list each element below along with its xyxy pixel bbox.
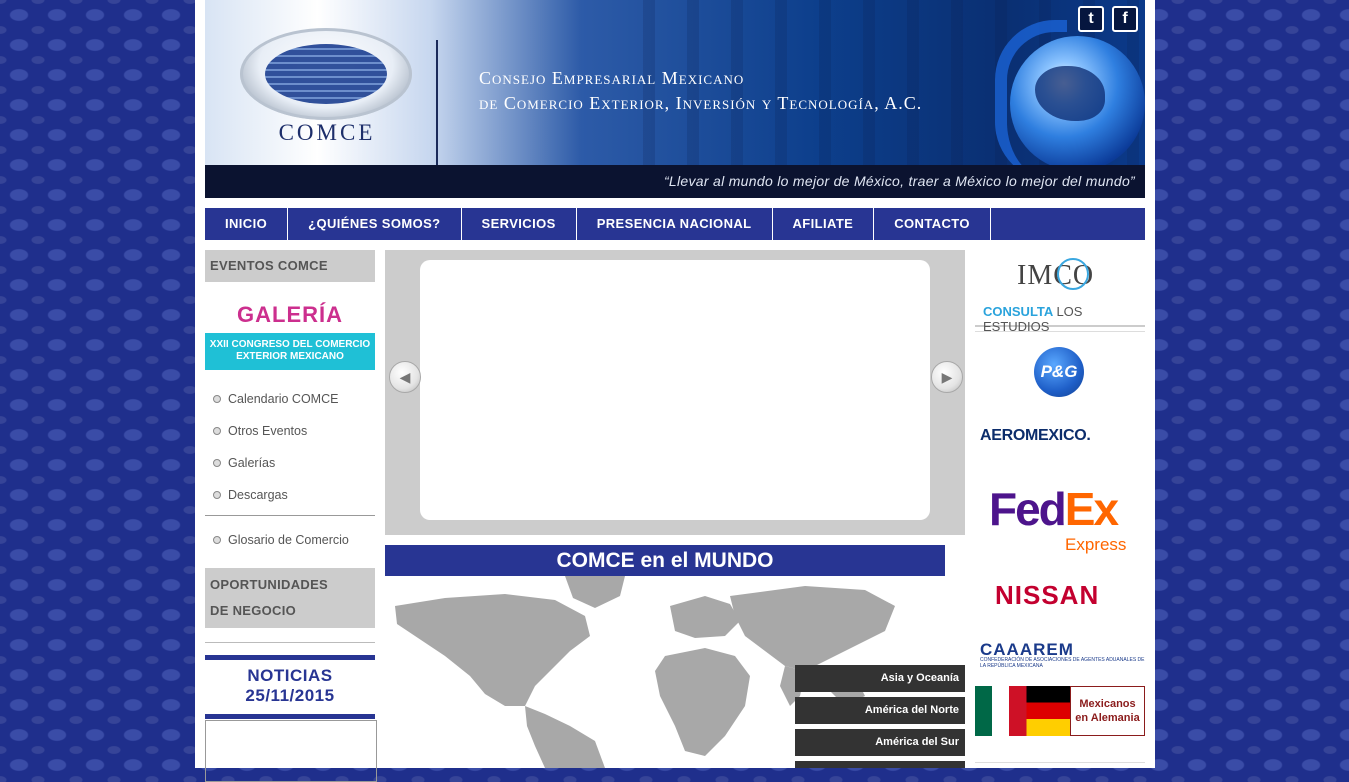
sponsors-divider	[975, 762, 1145, 763]
org-line-2: de Comercio Exterior, Inversión y Tecnol…	[479, 93, 923, 113]
globe-icon	[1010, 36, 1145, 171]
comce-mundo-title: COMCE en el MUNDO	[385, 545, 945, 576]
galeria-banner-title[interactable]: GALERÍA	[205, 302, 375, 328]
world-map[interactable]: Asia y Oceanía América del Norte América…	[385, 576, 965, 768]
links-divider	[205, 515, 375, 516]
news-box	[205, 720, 377, 782]
page-container: COMCE Consejo Empresarial Mexicano de Co…	[195, 0, 1155, 782]
oportunidades-heading[interactable]: OPORTUNIDADES DE NEGOCIO	[205, 568, 375, 628]
header-divider	[436, 40, 438, 165]
caaarem-logo[interactable]: CAAAREM CONFEDERACIÓN DE ASOCIACIONES DE…	[980, 640, 1145, 669]
eventos-heading[interactable]: EVENTOS COMCE	[205, 250, 375, 282]
link-galerias[interactable]: Galerías	[205, 447, 375, 479]
nav-servicios[interactable]: SERVICIOS	[462, 208, 577, 240]
link-otros-eventos[interactable]: Otros Eventos	[205, 415, 375, 447]
mexicanos-alemania-banner[interactable]: Mexicanos en Alemania	[975, 686, 1145, 736]
nav-quienes-somos[interactable]: ¿QUIÉNES SOMOS?	[288, 208, 462, 240]
bullet-icon	[213, 536, 221, 544]
pg-logo[interactable]: P&G	[1034, 347, 1084, 397]
imco-banner[interactable]: IMCO CONSULTA LOS ESTUDIOS	[975, 250, 1145, 334]
slider-panel[interactable]	[420, 260, 930, 520]
nissan-logo[interactable]: NISSAN	[995, 580, 1099, 611]
fedex-ex: Ex	[1064, 483, 1119, 535]
mexicanos-alemania-text: Mexicanos en Alemania	[1070, 686, 1145, 736]
link-glosario[interactable]: Glosario de Comercio	[205, 524, 375, 556]
facebook-icon[interactable]: f	[1112, 6, 1138, 32]
link-descargas[interactable]: Descargas	[205, 479, 375, 511]
next-arrow-icon[interactable]: ▶	[931, 361, 963, 393]
left-sidebar: EVENTOS COMCE GALERÍA XXII CONGRESO DEL …	[205, 250, 377, 782]
section-divider	[205, 642, 375, 643]
mexicanos-line-2: en Alemania	[1075, 712, 1140, 724]
oportunidades-line-1: OPORTUNIDADES	[210, 577, 329, 592]
region-asia-oceania[interactable]: Asia y Oceanía	[795, 665, 965, 692]
region-america-norte[interactable]: América del Norte	[795, 697, 965, 724]
link-label: Otros Eventos	[228, 424, 308, 438]
eventos-links: Calendario COMCE Otros Eventos Galerías …	[205, 383, 375, 556]
tagline: “Llevar al mundo lo mejor de México, tra…	[663, 173, 1135, 189]
caaarem-subtitle: CONFEDERACIÓN DE ASOCIACIONES DE AGENTES…	[980, 657, 1145, 669]
mexico-germany-flags-icon	[975, 686, 1070, 736]
link-calendario[interactable]: Calendario COMCE	[205, 383, 375, 415]
bullet-icon	[213, 459, 221, 467]
consulta-label: CONSULTA	[983, 304, 1053, 319]
logo-globe-icon	[265, 44, 387, 104]
nav-afiliate[interactable]: AFILIATE	[773, 208, 875, 240]
bullet-icon	[213, 491, 221, 499]
link-label: Descargas	[228, 488, 288, 502]
noticias-title: NOTICIAS	[247, 666, 333, 685]
organization-name: Consejo Empresarial Mexicano de Comercio…	[479, 66, 922, 116]
congreso-line-2: EXTERIOR MEXICANO	[236, 351, 344, 362]
nav-inicio[interactable]: INICIO	[205, 208, 289, 240]
link-label: Calendario COMCE	[228, 392, 339, 406]
region-more[interactable]	[795, 761, 965, 768]
imco-ring-icon	[1057, 258, 1089, 290]
oportunidades-line-2: DE NEGOCIO	[210, 603, 297, 618]
link-label: Galerías	[228, 456, 276, 470]
image-slider: ◀ ▶	[385, 250, 965, 535]
noticias-date: 25/11/2015	[245, 686, 335, 705]
nav-contacto[interactable]: CONTACTO	[874, 208, 991, 240]
fedex-express-label: Express	[1065, 535, 1127, 554]
aeromexico-logo[interactable]: AEROMEXICO.	[980, 427, 1091, 445]
header-banner: COMCE Consejo Empresarial Mexicano de Co…	[205, 0, 1145, 198]
region-america-sur[interactable]: América del Sur	[795, 729, 965, 756]
link-label: Glosario de Comercio	[228, 533, 349, 547]
fedex-fe: Fed	[989, 483, 1067, 535]
bullet-icon	[213, 395, 221, 403]
imco-divider	[975, 331, 1145, 332]
main-nav: INICIO ¿QUIÉNES SOMOS? SERVICIOS PRESENC…	[205, 208, 1145, 240]
congreso-line-1: XXII CONGRESO DEL COMERCIO	[209, 339, 371, 350]
bullet-icon	[213, 427, 221, 435]
nav-presencia-nacional[interactable]: PRESENCIA NACIONAL	[577, 208, 773, 240]
logo-text: COMCE	[278, 120, 376, 145]
fedex-logo[interactable]: FedEx	[989, 483, 1119, 535]
mexicanos-line-1: Mexicanos	[1079, 698, 1136, 710]
consulta-estudios: CONSULTA LOS ESTUDIOS	[983, 304, 1145, 334]
noticias-header: NOTICIAS 25/11/2015	[205, 655, 375, 719]
congreso-banner[interactable]: XXII CONGRESO DEL COMERCIO EXTERIOR MEXI…	[205, 333, 375, 370]
twitter-icon[interactable]: t	[1078, 6, 1104, 32]
previous-arrow-icon[interactable]: ◀	[389, 361, 421, 393]
org-line-1: Consejo Empresarial Mexicano	[479, 68, 745, 88]
